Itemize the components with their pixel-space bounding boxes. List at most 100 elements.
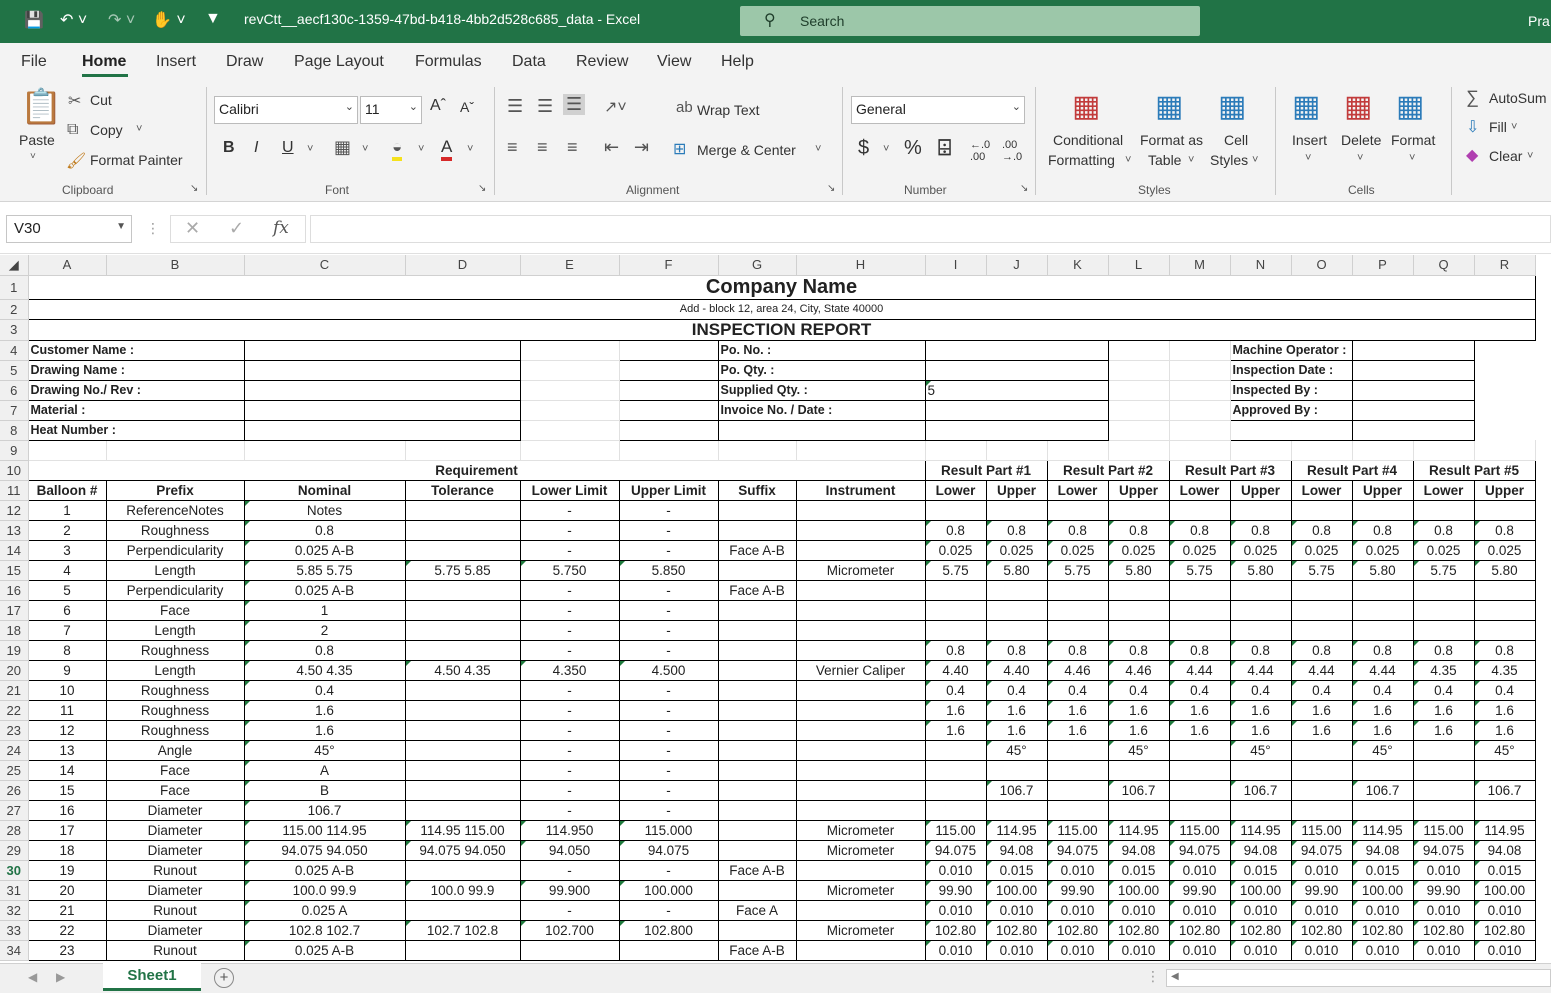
table-cell[interactable]: 8: [27, 639, 107, 661]
result-part-header[interactable]: Result Part #4: [1290, 459, 1414, 481]
paste-dropdown-icon[interactable]: ˅: [30, 151, 36, 162]
table-cell[interactable]: 0.025: [1412, 539, 1475, 561]
table-cell[interactable]: 4: [27, 559, 107, 581]
table-cell[interactable]: 0.010: [1168, 859, 1231, 881]
table-cell[interactable]: [795, 639, 926, 661]
table-cell[interactable]: [795, 599, 926, 621]
comma-style-icon[interactable]: ⌹: [938, 135, 951, 161]
table-cell[interactable]: 102.80: [1168, 919, 1231, 941]
table-cell[interactable]: 115.00: [1412, 819, 1475, 841]
table-cell[interactable]: -: [618, 859, 719, 881]
row-header[interactable]: 22: [0, 700, 29, 721]
table-cell[interactable]: [985, 759, 1048, 781]
table-cell[interactable]: -: [618, 759, 719, 781]
cell[interactable]: [986, 440, 1048, 461]
cell[interactable]: [1108, 360, 1170, 381]
table-cell[interactable]: 94.075 94.050: [404, 839, 521, 861]
table-cell[interactable]: 0.8: [1290, 639, 1353, 661]
table-cell[interactable]: [404, 759, 521, 781]
cell[interactable]: [718, 440, 797, 461]
table-cell[interactable]: 5.80: [1473, 559, 1536, 581]
table-cell[interactable]: 2: [243, 619, 406, 641]
cell[interactable]: [244, 440, 406, 461]
info-value[interactable]: [243, 419, 521, 441]
table-cell[interactable]: B: [243, 779, 406, 801]
table-cell[interactable]: [717, 739, 797, 761]
column-header[interactable]: B: [106, 255, 245, 276]
table-cell[interactable]: [1107, 619, 1170, 641]
cell[interactable]: [1108, 380, 1170, 401]
row-header[interactable]: 6: [0, 380, 29, 401]
table-cell[interactable]: Diameter: [105, 919, 245, 941]
table-cell[interactable]: -: [618, 779, 719, 801]
insert-dropdown-icon[interactable]: ˅: [1305, 152, 1311, 164]
table-cell[interactable]: 0.4: [1473, 679, 1536, 701]
table-cell[interactable]: 99.900: [519, 879, 620, 901]
cell[interactable]: [1474, 440, 1536, 461]
table-cell[interactable]: -: [618, 619, 719, 641]
table-cell[interactable]: -: [519, 579, 620, 601]
table-cell[interactable]: 0.025: [1107, 539, 1170, 561]
bold-icon[interactable]: B: [223, 139, 235, 157]
cut-button[interactable]: Cut: [90, 92, 112, 108]
table-cell[interactable]: 0.8: [1168, 519, 1231, 541]
table-cell[interactable]: -: [519, 599, 620, 621]
fill-color-dropdown-icon[interactable]: ˅: [418, 143, 424, 155]
table-cell[interactable]: 94.08: [1107, 839, 1170, 861]
table-cell[interactable]: 115.00: [924, 819, 987, 841]
table-cell[interactable]: 4.44: [1290, 659, 1353, 681]
table-cell[interactable]: 0.010: [985, 899, 1048, 921]
decrease-decimal-icon[interactable]: .00 →.0: [1002, 139, 1022, 163]
table-cell[interactable]: 0.015: [1351, 859, 1414, 881]
table-cell[interactable]: 102.7 102.8: [404, 919, 521, 941]
table-cell[interactable]: [1412, 759, 1475, 781]
table-cell[interactable]: [1290, 599, 1353, 621]
table-cell[interactable]: 0.010: [924, 899, 987, 921]
redo-icon[interactable]: ↷ ˅: [108, 10, 135, 30]
table-cell[interactable]: 1.6: [1412, 699, 1475, 721]
result-part-header[interactable]: Result Part #1: [924, 459, 1048, 481]
cell[interactable]: [520, 420, 620, 441]
row-header[interactable]: 32: [0, 900, 29, 921]
table-cell[interactable]: -: [519, 759, 620, 781]
table-cell[interactable]: 0.025: [1351, 539, 1414, 561]
table-cell[interactable]: 4.40: [924, 659, 987, 681]
table-cell[interactable]: 102.8 102.7: [243, 919, 406, 941]
table-cell[interactable]: 94.08: [1351, 839, 1414, 861]
table-cell[interactable]: 102.800: [618, 919, 719, 941]
table-column-header[interactable]: Balloon #: [27, 479, 107, 501]
table-cell[interactable]: 114.95: [1107, 819, 1170, 841]
column-header[interactable]: D: [405, 255, 521, 276]
table-cell[interactable]: [1168, 599, 1231, 621]
conditional-formatting-button-line2[interactable]: Formatting: [1048, 152, 1115, 168]
table-cell[interactable]: [1168, 579, 1231, 601]
percent-icon[interactable]: %: [904, 137, 922, 160]
info-value[interactable]: [243, 339, 521, 361]
table-cell[interactable]: Runout: [105, 939, 245, 961]
cell[interactable]: [1169, 380, 1231, 401]
table-cell[interactable]: 0.8: [924, 519, 987, 541]
scroll-left-arrow-icon[interactable]: ◀: [1171, 971, 1179, 982]
table-cell[interactable]: [404, 779, 521, 801]
cell[interactable]: [106, 440, 245, 461]
table-cell[interactable]: Roughness: [105, 699, 245, 721]
table-cell[interactable]: 17: [27, 819, 107, 841]
table-cell[interactable]: [985, 499, 1048, 521]
table-cell[interactable]: 115.000: [618, 819, 719, 841]
table-cell[interactable]: [717, 879, 797, 901]
merge-center-icon[interactable]: ⊞: [673, 139, 686, 159]
table-cell[interactable]: 114.95 115.00: [404, 819, 521, 841]
result-part-header[interactable]: Result Part #2: [1046, 459, 1170, 481]
table-cell[interactable]: [795, 939, 926, 961]
table-cell[interactable]: Diameter: [105, 819, 245, 841]
table-cell[interactable]: 0.025 A-B: [243, 539, 406, 561]
table-cell[interactable]: [1107, 499, 1170, 521]
decrease-font-size-icon[interactable]: Aˇ: [460, 99, 474, 115]
cell[interactable]: [925, 440, 987, 461]
table-cell[interactable]: [795, 739, 926, 761]
table-cell[interactable]: 1.6: [1229, 719, 1292, 741]
table-cell[interactable]: [717, 759, 797, 781]
table-cell[interactable]: [1290, 499, 1353, 521]
company-address[interactable]: Add - block 12, area 24, City, State 400…: [27, 298, 1536, 320]
table-cell[interactable]: 0.4: [1046, 679, 1109, 701]
